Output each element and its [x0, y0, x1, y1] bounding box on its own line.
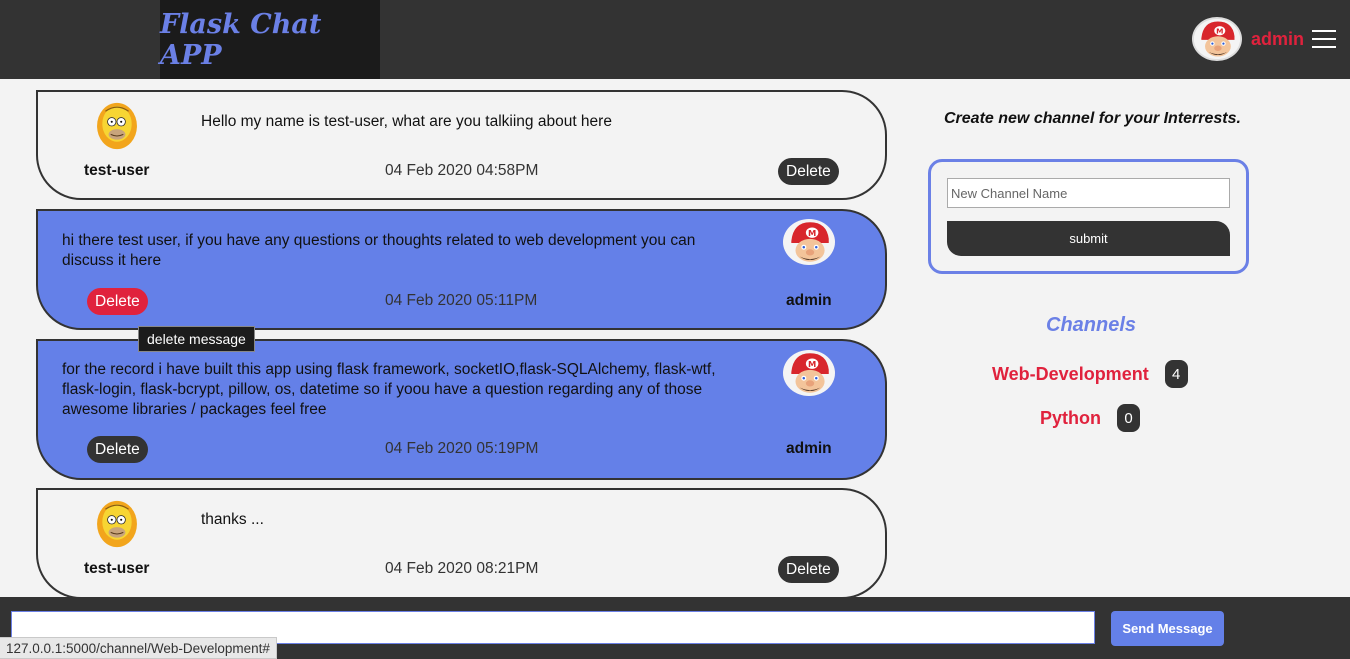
message-text: for the record i have built this app usi…	[62, 361, 716, 418]
brand-logo[interactable]: Flask Chat APP	[160, 0, 380, 79]
message-text: Hello my name is test-user, what are you…	[201, 113, 612, 130]
message-author: test-user	[84, 162, 150, 179]
delete-tooltip: delete message	[138, 326, 255, 352]
channel-count-badge: 4	[1164, 360, 1188, 388]
message-author: admin	[786, 440, 832, 457]
hamburger-menu-icon[interactable]	[1312, 30, 1336, 48]
homer-avatar-icon	[96, 100, 138, 152]
channel-link-web-development[interactable]: Web-Development	[992, 364, 1149, 385]
create-channel-form: submit	[928, 159, 1249, 274]
message-timestamp: 04 Feb 2020 08:21PM	[385, 560, 539, 577]
channel-count-badge: 0	[1117, 404, 1140, 432]
user-menu: admin	[1191, 17, 1336, 61]
message-text: thanks ...	[201, 511, 264, 528]
mario-avatar-icon[interactable]	[1191, 17, 1242, 61]
channel-link-python[interactable]: Python	[1040, 408, 1101, 429]
message-author: admin	[786, 292, 832, 309]
browser-status-url: 127.0.0.1:5000/channel/Web-Development#	[0, 637, 277, 659]
channels-heading: Channels	[1046, 314, 1137, 336]
mario-avatar-icon	[783, 350, 835, 396]
send-message-button[interactable]: Send Message	[1111, 611, 1224, 646]
channel-item: Web-Development 4	[992, 360, 1188, 388]
message-card: for the record i have built this app usi…	[36, 339, 887, 480]
message-timestamp: 04 Feb 2020 04:58PM	[385, 162, 539, 179]
message-text: hi there test user, if you have any ques…	[62, 232, 696, 269]
current-username[interactable]: admin	[1251, 29, 1304, 50]
delete-button[interactable]: Delete	[87, 288, 148, 315]
delete-button[interactable]: Delete	[87, 436, 148, 463]
homer-avatar-icon	[96, 498, 138, 550]
delete-button[interactable]: Delete	[778, 556, 839, 583]
message-card: Hello my name is test-user, what are you…	[36, 90, 887, 200]
message-card: thanks ... test-user 04 Feb 2020 08:21PM…	[36, 488, 887, 599]
delete-button[interactable]: Delete	[778, 158, 839, 185]
message-card: hi there test user, if you have any ques…	[36, 209, 887, 330]
message-author: test-user	[84, 560, 150, 577]
message-timestamp: 04 Feb 2020 05:11PM	[385, 292, 538, 309]
create-channel-title: Create new channel for your Interrests.	[944, 110, 1241, 127]
brand-title[interactable]: Flask Chat APP	[160, 9, 380, 71]
message-timestamp: 04 Feb 2020 05:19PM	[385, 440, 539, 457]
top-navbar: Flask Chat APP admin	[0, 0, 1350, 79]
mario-avatar-icon	[783, 219, 835, 265]
submit-button[interactable]: submit	[947, 221, 1230, 256]
channel-name-input[interactable]	[947, 178, 1230, 208]
channel-item: Python 0	[1040, 404, 1140, 432]
